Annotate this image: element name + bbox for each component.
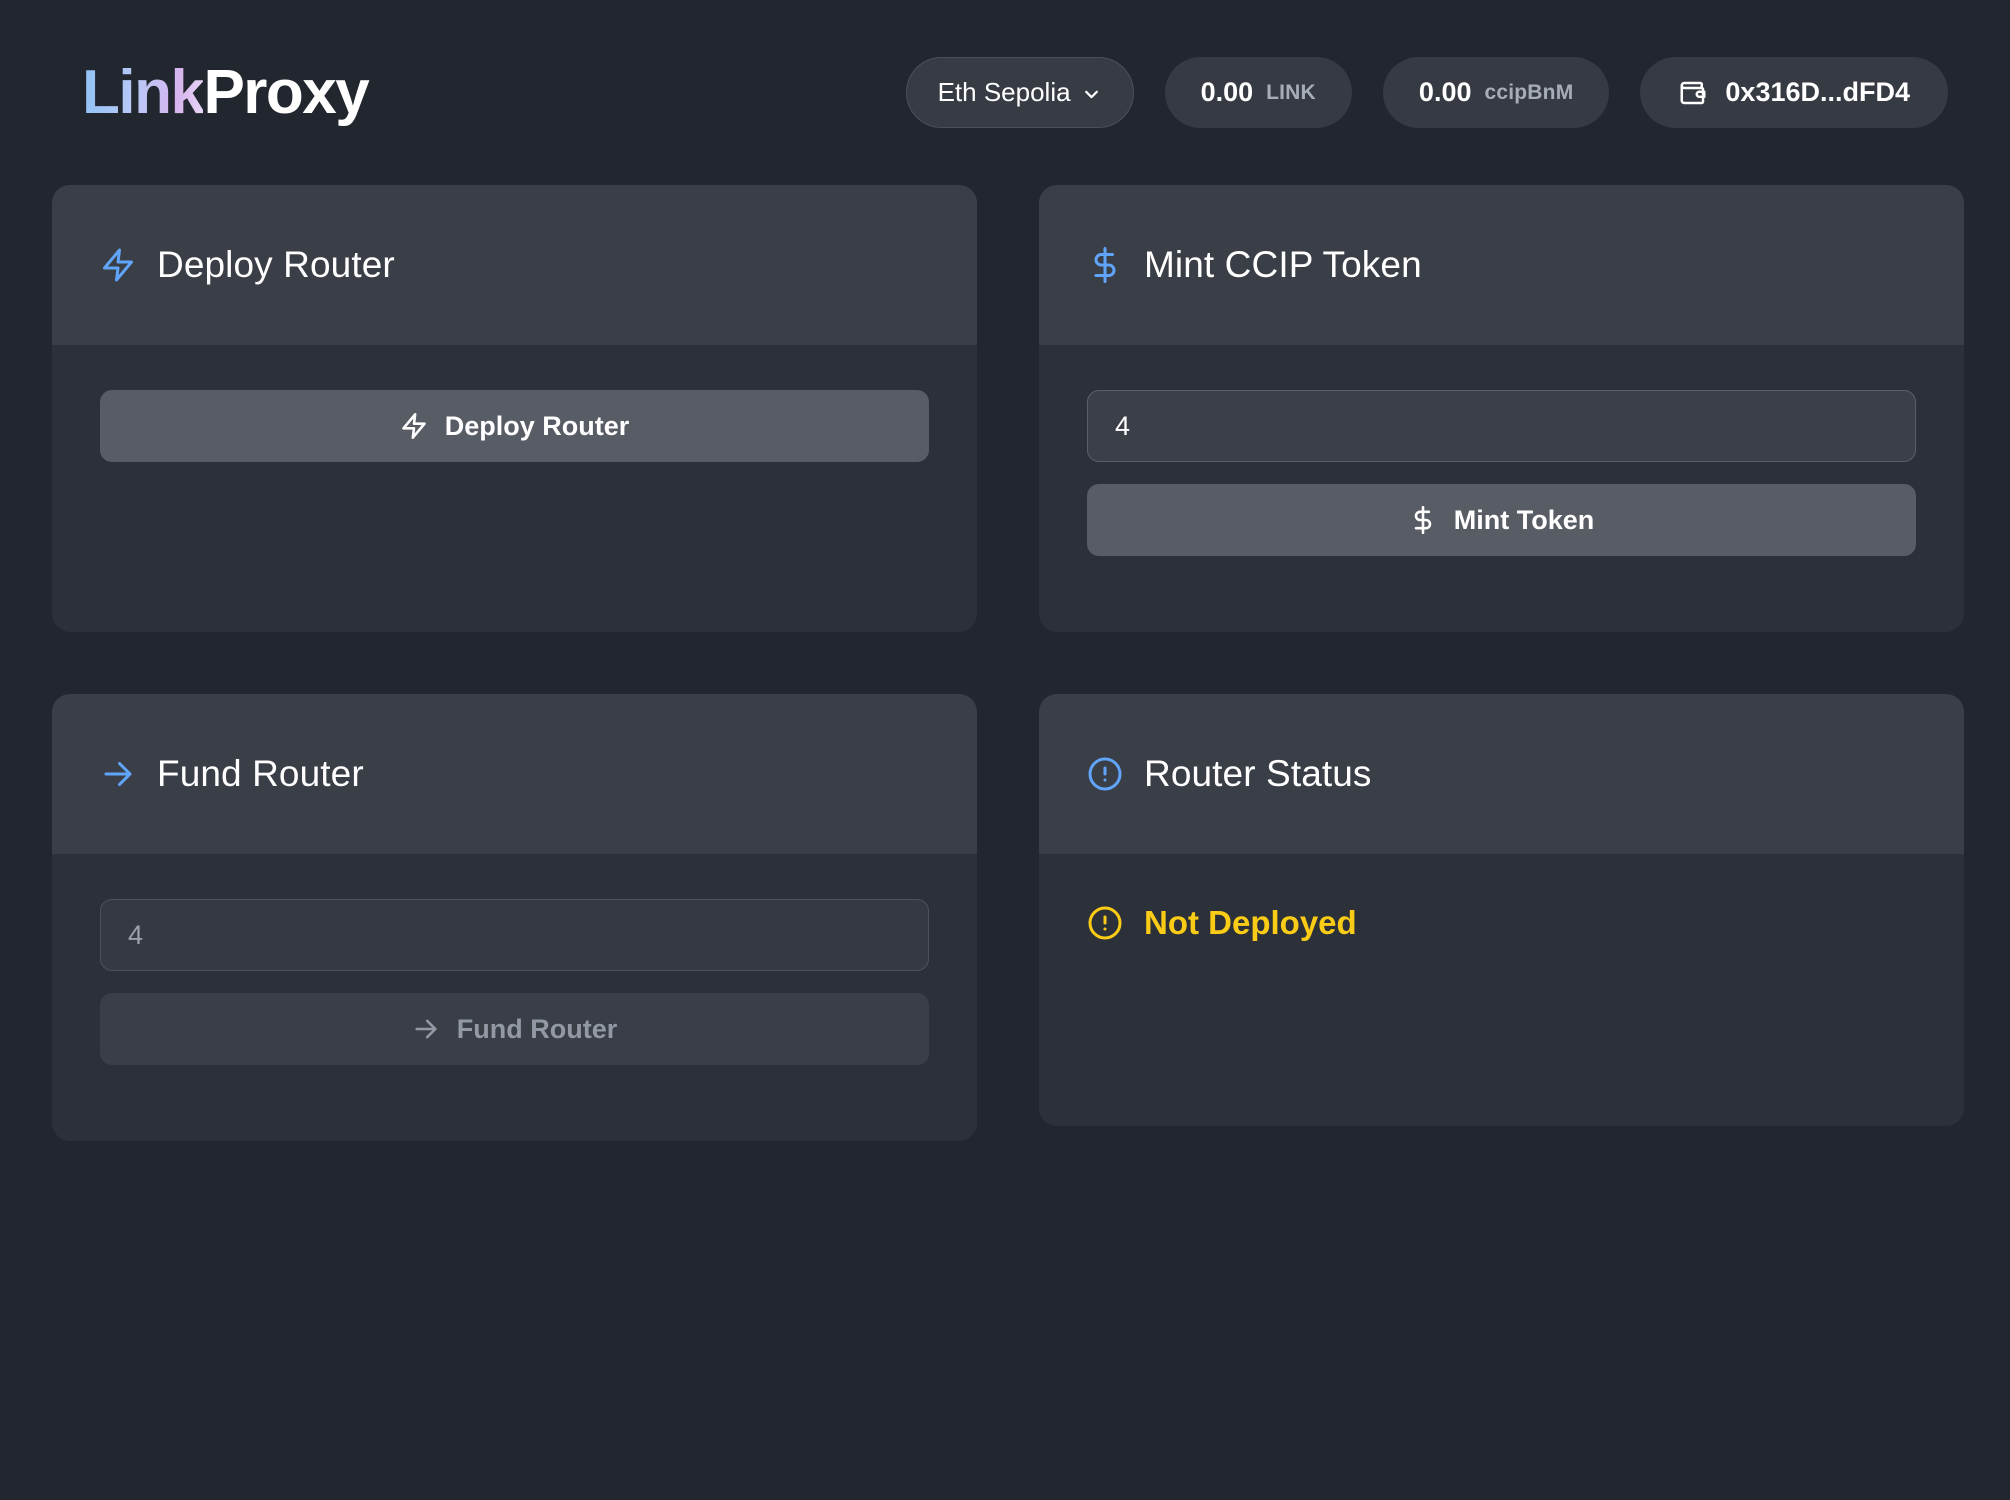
card-body: 4 Mint Token <box>1039 345 1964 632</box>
network-label: Eth Sepolia <box>937 77 1071 107</box>
arrow-right-icon <box>104 762 132 786</box>
mint-amount-value: 4 <box>1115 410 1131 441</box>
card-header: Fund Router <box>52 694 977 854</box>
card-title: Deploy Router <box>157 244 395 285</box>
logo-text-proxy: Proxy <box>203 57 369 127</box>
lightning-bolt-icon <box>103 248 133 282</box>
alert-circle-icon <box>1088 757 1122 791</box>
fund-router-button[interactable]: Fund Router <box>100 993 929 1065</box>
status-badge: Not Deployed <box>1144 904 1357 941</box>
balance-pill-ccipbnm: 0.00 ccipBnM <box>1382 57 1610 128</box>
card-title: Fund Router <box>157 753 364 794</box>
dashboard-grid: Deploy Router Deploy Router Mint CCIP To… <box>0 185 2010 1141</box>
arrow-right-icon <box>415 1019 437 1039</box>
card-title: Router Status <box>1144 753 1372 794</box>
wallet-icon <box>1680 81 1706 104</box>
fund-amount-input[interactable]: 4 <box>100 899 929 971</box>
deploy-router-button[interactable]: Deploy Router <box>100 390 929 462</box>
card-body: Not Deployed <box>1039 854 1964 1126</box>
alert-circle-icon <box>1088 906 1122 940</box>
balance-symbol: ccipBnM <box>1484 80 1574 104</box>
mint-amount-input[interactable]: 4 <box>1087 390 1916 462</box>
mint-token-button-label: Mint Token <box>1453 504 1595 535</box>
card-header: Deploy Router <box>52 185 977 345</box>
logo-text-link: Link <box>82 57 205 127</box>
chevron-down-icon <box>1084 90 1098 98</box>
deploy-router-button-label: Deploy Router <box>444 410 630 441</box>
balance-pill-link: 0.00 LINK <box>1164 57 1352 128</box>
balance-amount: 0.00 <box>1418 77 1472 107</box>
header-actions: Eth Sepolia 0.00 LINK 0.00 ccipBnM 0x316… <box>905 57 1948 128</box>
card-body: Deploy Router <box>52 345 977 632</box>
card-title: Mint CCIP Token <box>1144 244 1422 285</box>
app-logo: LinkProxy <box>82 61 370 124</box>
router-status-row: Not Deployed <box>1087 899 1916 942</box>
card-mint-ccip-token: Mint CCIP Token 4 Mint Token <box>1039 185 1964 632</box>
fund-amount-placeholder: 4 <box>128 919 144 950</box>
balance-symbol: LINK <box>1266 80 1316 104</box>
network-selector[interactable]: Eth Sepolia <box>905 57 1134 128</box>
card-fund-router: Fund Router 4 Fund Router <box>52 694 977 1141</box>
mint-token-button[interactable]: Mint Token <box>1087 484 1916 556</box>
balance-amount: 0.00 <box>1200 77 1254 107</box>
dollar-sign-icon <box>1414 506 1432 534</box>
card-body: 4 Fund Router <box>52 854 977 1141</box>
wallet-address-button[interactable]: 0x316D...dFD4 <box>1640 57 1948 128</box>
wallet-address-text: 0x316D...dFD4 <box>1725 77 1910 107</box>
card-header: Router Status <box>1039 694 1964 854</box>
card-deploy-router: Deploy Router Deploy Router <box>52 185 977 632</box>
dollar-sign-icon <box>1094 247 1116 283</box>
card-header: Mint CCIP Token <box>1039 185 1964 345</box>
card-router-status: Router Status Not Deployed <box>1039 694 1964 1126</box>
fund-router-button-label: Fund Router <box>456 1013 618 1044</box>
lightning-bolt-icon <box>401 413 426 439</box>
app-header: LinkProxy Eth Sepolia 0.00 LINK 0.00 cci… <box>0 0 2010 185</box>
